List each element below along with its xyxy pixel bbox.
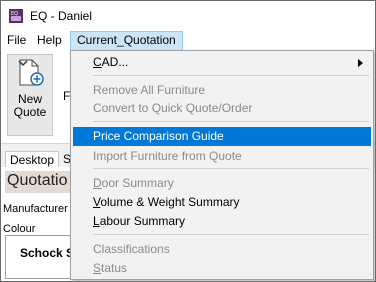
menu-file[interactable]: File <box>1 31 32 51</box>
menu-separator <box>93 168 369 169</box>
quotation-heading: Quotatio <box>7 172 68 189</box>
panel-title: Schock S <box>20 246 75 260</box>
menu-item-labour-key: L <box>93 214 100 228</box>
title-bar: EQ EQ - Daniel <box>1 1 375 31</box>
menu-item-classifications[interactable]: Classifications <box>73 240 371 259</box>
new-quote-label-line2: Quote <box>13 105 47 119</box>
submenu-arrow-icon <box>358 59 363 67</box>
menu-item-import-furniture-label: Import Furniture from Quote <box>93 149 242 163</box>
current-quotation-dropdown: CAD... Remove All Furniture Convert to Q… <box>70 50 374 280</box>
menu-item-volume-weight-summary[interactable]: Volume & Weight Summary <box>73 193 371 212</box>
menu-item-remove-all-furniture[interactable]: Remove All Furniture <box>73 81 371 100</box>
menu-item-door-summary-label: oor Summary <box>101 176 174 190</box>
svg-text:EQ: EQ <box>11 11 18 17</box>
menu-item-status-key: S <box>93 261 102 275</box>
menu-item-price-comparison-guide[interactable]: Price Comparison Guide <box>73 127 371 146</box>
menu-item-status-label: tatus <box>101 261 128 275</box>
menu-item-convert-label: Convert to Quick Quote/Order <box>93 101 253 115</box>
menu-separator <box>93 75 369 76</box>
menu-item-door-summary-key: D <box>93 176 102 190</box>
manufacturer-label: Manufacturer <box>3 203 68 215</box>
menu-separator <box>93 234 369 235</box>
menu-item-convert-to-quick-quote[interactable]: Convert to Quick Quote/Order <box>73 99 371 118</box>
menu-item-classifications-label: Classifications <box>93 242 170 256</box>
menu-item-remove-all-furniture-label: Remove All Furniture <box>93 83 206 97</box>
menu-item-import-furniture[interactable]: Import Furniture from Quote <box>73 147 371 166</box>
app-logo-icon: EQ <box>9 9 23 23</box>
chevron-down-icon[interactable] <box>18 59 28 67</box>
menu-item-cad[interactable]: CAD... <box>73 53 371 72</box>
window-title: EQ - Daniel <box>30 9 93 23</box>
menu-item-price-comparison-label: Price Comparison Guide <box>93 129 224 143</box>
menu-current-quotation[interactable]: Current_Quotation <box>70 31 183 51</box>
menu-item-status[interactable]: Status <box>73 259 371 278</box>
menu-separator <box>93 121 369 122</box>
new-quote-button[interactable]: New Quote <box>7 54 53 136</box>
menu-help[interactable]: Help <box>31 31 68 51</box>
menu-item-cad-key: C <box>93 55 102 69</box>
menu-item-door-summary[interactable]: Door Summary <box>73 174 371 193</box>
menu-item-labour-summary[interactable]: Labour Summary <box>73 212 371 231</box>
menu-item-labour-label: abour Summary <box>99 214 186 228</box>
menu-item-cad-label: AD... <box>101 55 129 69</box>
colour-label: Colour <box>3 223 36 235</box>
menu-bar: File Help Current_Quotation <box>1 31 375 51</box>
menu-item-volume-label: olume & Weight Summary <box>100 195 240 209</box>
app-window: EQ EQ - Daniel File Help Current_Quotati… <box>0 0 376 282</box>
